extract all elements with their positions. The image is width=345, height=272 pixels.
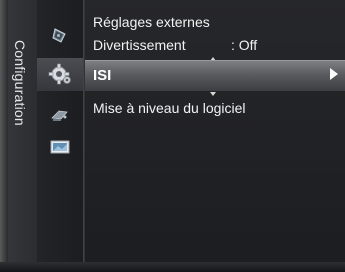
picture-icon[interactable] [48,26,72,46]
osd-menu-screen: Configuration Réglages externes Divertis… [0,0,345,272]
menu-item-label-selected: ISI [93,67,112,84]
settings-gear-icon[interactable] [48,63,72,85]
submenu-arrow-icon [330,68,338,80]
application-icon[interactable] [48,137,72,157]
menu-item-label: Divertissement [93,37,186,53]
menu-item-entertainment[interactable]: Divertissement [93,37,186,53]
menu-item-label: Réglages externes [93,14,210,30]
bottom-frame [0,262,345,272]
entertainment-value: : Off [231,37,258,53]
menu-item-isi[interactable] [85,60,345,91]
menu-item-external-settings[interactable]: Réglages externes [93,14,210,30]
category-title: Configuration [12,40,28,126]
input-icon[interactable] [48,105,72,125]
menu-item-software-upgrade[interactable]: Mise à niveau du logiciel [93,100,246,116]
left-frame [0,0,8,272]
menu-item-label: Mise à niveau du logiciel [93,100,246,116]
scroll-down-indicator-icon [210,92,216,96]
